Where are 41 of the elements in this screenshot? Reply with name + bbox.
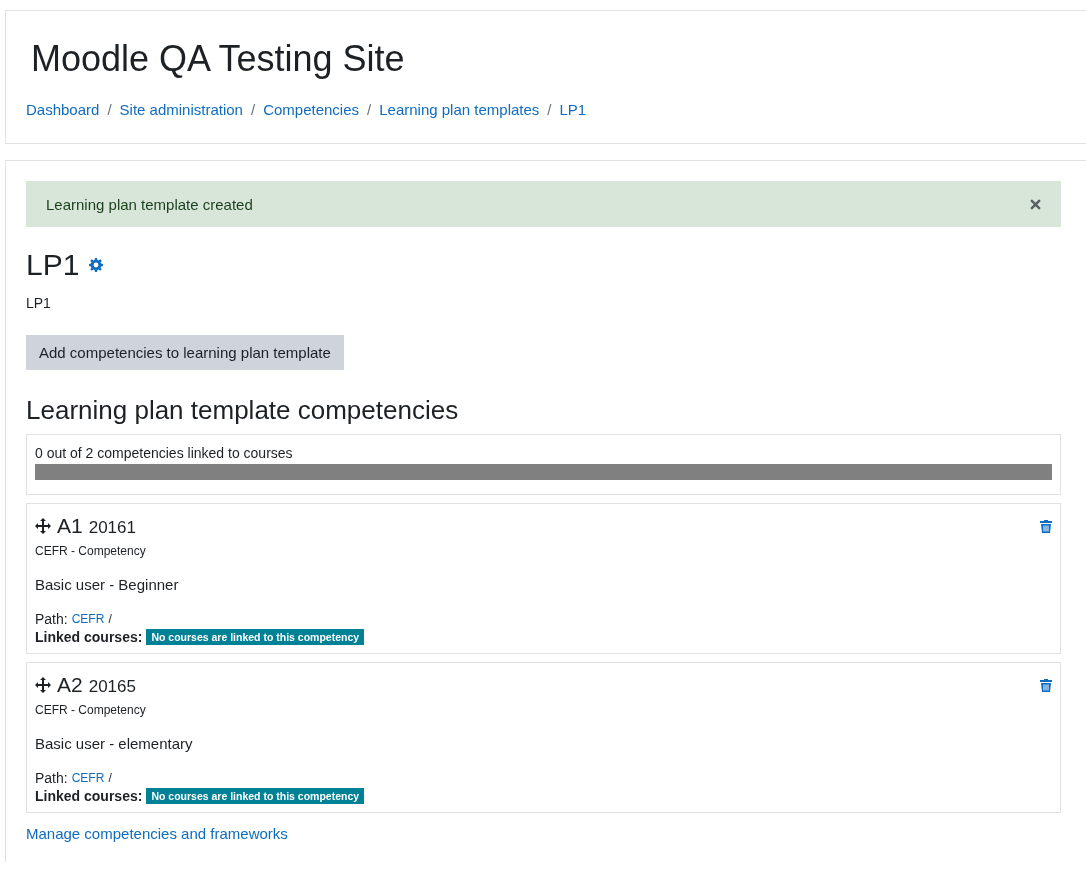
breadcrumb-separator: / <box>250 101 256 118</box>
linked-courses-label: Linked courses: <box>35 788 143 804</box>
settings-icon[interactable] <box>89 258 104 272</box>
progress-label: 0 out of 2 competencies linked to courses <box>35 445 294 461</box>
framework-name: CEFR - Competency <box>35 703 147 717</box>
linked-courses-badge: No courses are linked to this competency <box>146 788 365 804</box>
competency-idnumber: 20161 <box>88 518 136 538</box>
breadcrumb-link[interactable]: Dashboard <box>26 101 100 118</box>
breadcrumb-separator: / <box>107 101 112 118</box>
linked-courses-label: Linked courses: <box>35 629 143 645</box>
delete-icon[interactable] <box>1040 519 1052 533</box>
competency-description: Basic user - elementary <box>35 735 194 752</box>
section-heading: Learning plan template competencies <box>26 394 460 426</box>
manage-competencies-link[interactable]: Manage competencies and frameworks <box>26 825 288 842</box>
template-title: LP1 <box>26 247 80 283</box>
delete-icon[interactable] <box>1040 678 1052 692</box>
path-link[interactable]: CEFR <box>71 612 105 626</box>
breadcrumb-separator: / <box>367 101 372 118</box>
breadcrumb-separator: / <box>547 101 552 118</box>
competency-idnumber: 20165 <box>88 677 136 697</box>
framework-name: CEFR - Competency <box>35 544 147 558</box>
move-icon[interactable] <box>35 677 51 693</box>
breadcrumb-link[interactable]: Competencies <box>263 101 360 118</box>
template-description: LP1 <box>26 295 52 311</box>
close-icon[interactable] <box>1030 198 1041 210</box>
site-title: Moodle QA Testing Site <box>31 37 406 81</box>
move-icon[interactable] <box>35 518 51 534</box>
breadcrumb-link[interactable]: LP1 <box>559 101 587 118</box>
linked-courses-badge: No courses are linked to this competency <box>146 629 365 645</box>
path-separator: / <box>108 771 112 785</box>
path-label: Path: <box>35 770 68 786</box>
competency-shortname: A2 <box>57 673 83 697</box>
alert-message: Learning plan template created <box>46 195 253 213</box>
path-label: Path: <box>35 611 68 627</box>
breadcrumb-link[interactable]: Learning plan templates <box>379 101 540 118</box>
breadcrumb-link[interactable]: Site administration <box>119 101 243 118</box>
path-link[interactable]: CEFR <box>71 771 105 785</box>
competency-shortname: A1 <box>57 514 83 538</box>
competency-description: Basic user - Beginner <box>35 576 180 593</box>
add-competencies-button[interactable]: Add competencies to learning plan template <box>26 335 344 370</box>
path-separator: / <box>108 612 112 626</box>
